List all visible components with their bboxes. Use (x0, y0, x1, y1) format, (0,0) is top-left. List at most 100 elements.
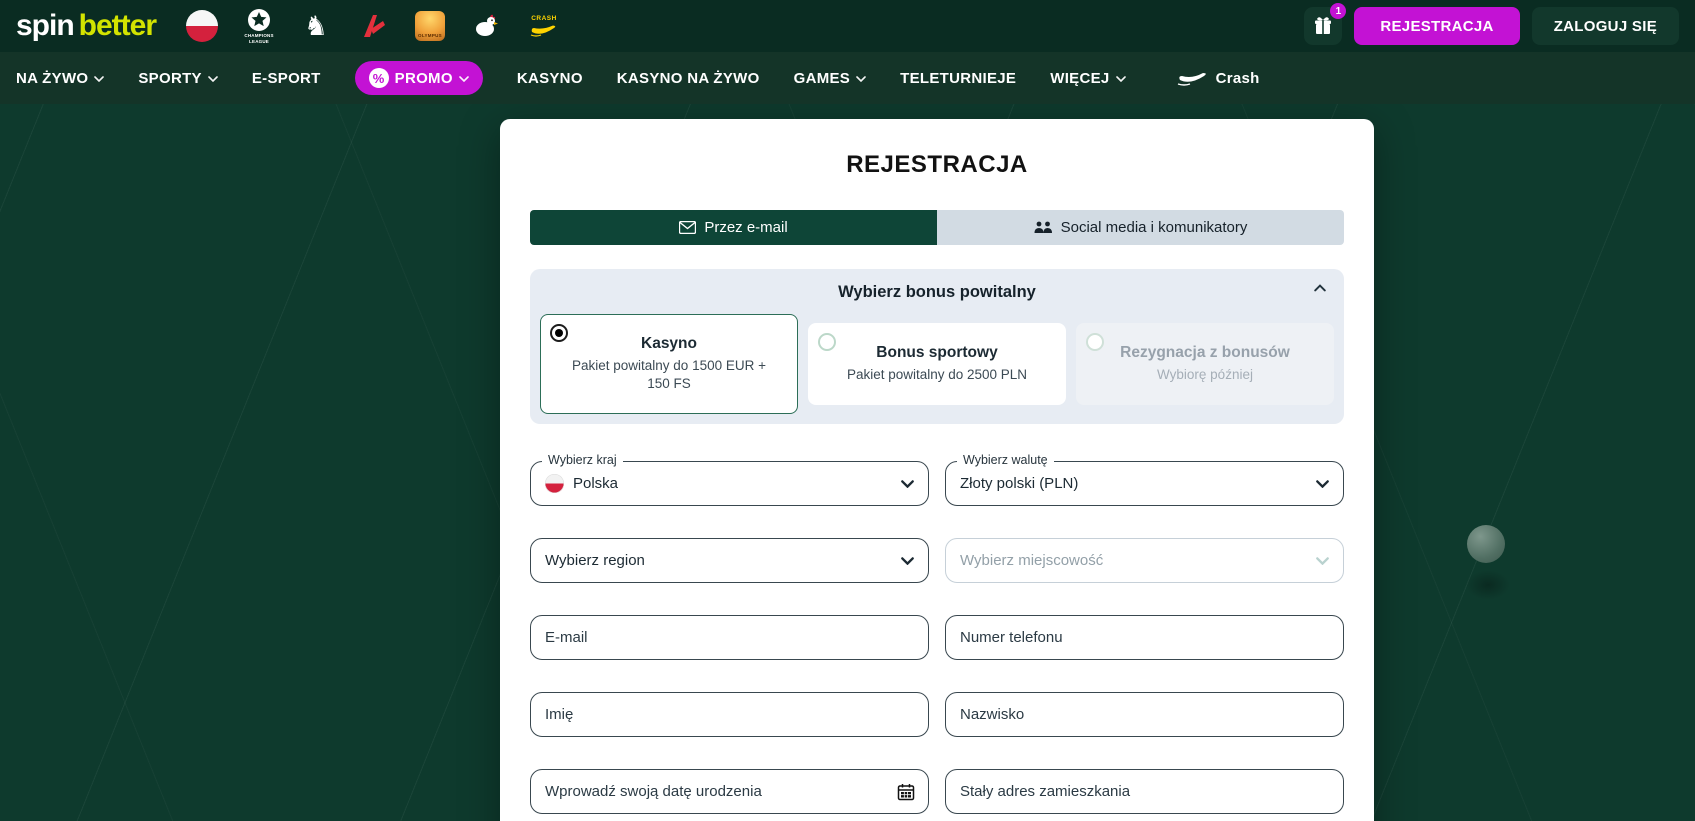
phone-field[interactable] (960, 616, 1329, 659)
nav-label: PROMO (394, 69, 453, 87)
bonus-options: Kasyno Pakiet powitalny do 1500 EUR + 15… (540, 314, 1334, 414)
last-name-field[interactable] (960, 693, 1329, 736)
collapse-chevron-up-icon[interactable] (1314, 284, 1326, 292)
nav-label: SPORTY (138, 69, 202, 87)
register-button[interactable]: REJESTRACJA (1354, 7, 1520, 45)
crash-plane-icon (1177, 73, 1206, 86)
country-select[interactable]: Wybierz kraj Polska (530, 453, 929, 506)
crash-game-icon[interactable]: CRASH (524, 6, 564, 46)
birth-date-field-wrap (530, 769, 929, 814)
gates-of-olympus-icon[interactable]: OLYMPUS (410, 6, 450, 46)
gift-icon (1315, 17, 1332, 34)
poland-flag-icon[interactable] (182, 6, 222, 46)
tab-email-label: Przez e-mail (704, 219, 788, 236)
crash-game-label: CRASH (531, 14, 557, 22)
login-button[interactable]: ZALOGUJ SIĘ (1531, 7, 1679, 45)
chevron-down-icon (901, 479, 914, 488)
site-logo[interactable]: spin better (16, 9, 157, 43)
chevron-down-icon (856, 75, 866, 82)
nav-item-games[interactable]: GAMES (794, 70, 867, 87)
nav-item-crash[interactable]: Crash (1174, 69, 1260, 87)
bonus-option-sport[interactable]: Bonus sportowy Pakiet powitalny do 2500 … (808, 323, 1066, 405)
country-value: Polska (573, 475, 619, 492)
olympus-label: OLYMPUS (418, 33, 442, 38)
modal-title: REJESTRACJA (846, 151, 1028, 178)
radio-unselected[interactable] (1086, 333, 1104, 351)
bonus-option-kasyno[interactable]: Kasyno Pakiet powitalny do 1500 EUR + 15… (540, 314, 798, 414)
bonus-subtitle: Wybiorę później (1157, 366, 1253, 382)
top-header: spin better CHAMPIONS LEAGUE ♞ OLYMPUS C… (0, 0, 1695, 52)
nav-label: NA ŻYWO (16, 69, 89, 87)
city-placeholder: Wybierz miejscowość (960, 552, 1104, 569)
bonus-heading: Wybierz bonus powitalny (838, 283, 1036, 301)
email-field[interactable] (545, 616, 914, 659)
region-select[interactable]: Wybierz region (530, 538, 929, 583)
nav-label: KASYNO (516, 69, 583, 87)
laliga-glyph (364, 15, 386, 37)
nav-item-promo[interactable]: % PROMO (354, 61, 483, 95)
radio-unselected[interactable] (818, 333, 836, 351)
nav-label: E-SPORT (251, 69, 321, 87)
address-field[interactable] (960, 770, 1329, 813)
nav-label: Crash (1215, 69, 1260, 87)
gift-badge: 1 (1330, 3, 1347, 19)
address-field-wrap (945, 769, 1344, 814)
chevron-down-icon (901, 556, 914, 565)
chevron-down-icon (1316, 556, 1329, 565)
nav-item-kasyno-na-zywo[interactable]: KASYNO NA ŻYWO (617, 70, 760, 87)
olympus-badge: OLYMPUS (415, 11, 446, 41)
radio-selected[interactable] (550, 324, 568, 342)
city-select[interactable]: Wybierz miejscowość (945, 538, 1344, 583)
nav-item-sporty[interactable]: SPORTY (138, 69, 218, 87)
poland-flag (186, 10, 219, 42)
registration-tabs: Przez e-mail Social media i komunikatory (530, 210, 1344, 245)
nav-item-na-zywo[interactable]: NA ŻYWO (16, 69, 105, 87)
premier-league-icon[interactable]: ♞ (296, 6, 336, 46)
percent-icon: % (368, 68, 389, 88)
bonus-panel: Wybierz bonus powitalny Kasyno Pakiet po… (530, 269, 1344, 424)
phone-field-wrap (945, 615, 1344, 660)
first-name-field-wrap (530, 692, 929, 737)
chevron-down-icon (1316, 479, 1329, 488)
tab-email[interactable]: Przez e-mail (530, 210, 937, 245)
chicken-icon[interactable] (467, 6, 507, 46)
people-icon (1034, 221, 1052, 233)
page-background: REJESTRACJA Przez e-mail Social media i … (0, 104, 1695, 821)
bonus-subtitle: Pakiet powitalny do 1500 EUR + 150 FS (572, 357, 766, 391)
registration-modal: REJESTRACJA Przez e-mail Social media i … (500, 119, 1374, 821)
birth-date-field[interactable] (545, 770, 914, 813)
nav-item-esport[interactable]: E-SPORT (252, 70, 321, 87)
bonus-option-rezygnacja[interactable]: Rezygnacja z bonusów Wybiorę później (1076, 323, 1334, 405)
nav-label: TELETURNIEJE (900, 69, 1017, 87)
currency-select[interactable]: Wybierz walutę Złoty polski (PLN) (945, 453, 1344, 506)
registration-form: Wybierz kraj Polska Wybierz walutę Złoty… (530, 453, 1344, 814)
decor-sphere-shadow (1466, 570, 1510, 600)
country-label: Wybierz kraj (542, 453, 623, 467)
currency-value: Złoty polski (PLN) (960, 475, 1079, 492)
nav-item-teleturnieje[interactable]: TELETURNIEJE (900, 70, 1016, 87)
promo-icon-strip: CHAMPIONS LEAGUE ♞ OLYMPUS CRASH (182, 6, 564, 46)
starball-icon (248, 9, 271, 32)
bonus-title: Rezygnacja z bonusów (1120, 343, 1290, 361)
main-nav: NA ŻYWO SPORTY E-SPORT % PROMO KASYNO KA… (0, 52, 1695, 104)
decor-sphere (1467, 525, 1505, 563)
currency-label: Wybierz walutę (957, 453, 1054, 467)
nav-label: GAMES (793, 69, 851, 87)
tab-social-media[interactable]: Social media i komunikatory (937, 210, 1344, 245)
champions-league-icon[interactable]: CHAMPIONS LEAGUE (239, 6, 279, 46)
calendar-icon[interactable] (897, 783, 915, 801)
first-name-field[interactable] (545, 693, 914, 736)
laliga-icon[interactable] (353, 6, 393, 46)
tab-social-label: Social media i komunikatory (1060, 219, 1248, 236)
nav-label: KASYNO NA ŻYWO (616, 69, 760, 87)
chevron-down-icon (1115, 75, 1126, 82)
bonus-subtitle: Pakiet powitalny do 2500 PLN (846, 366, 1028, 382)
nav-item-wiecej[interactable]: WIĘCEJ (1050, 69, 1126, 87)
logo-text-better: better (78, 9, 157, 42)
logo-text-spin: spin (16, 9, 75, 42)
chicken-glyph (476, 14, 499, 36)
nav-item-kasyno[interactable]: KASYNO (517, 70, 583, 87)
gift-button[interactable]: 1 (1304, 3, 1347, 45)
nav-label: WIĘCEJ (1050, 69, 1110, 87)
header-actions: 1 REJESTRACJA ZALOGUJ SIĘ (1304, 3, 1679, 45)
